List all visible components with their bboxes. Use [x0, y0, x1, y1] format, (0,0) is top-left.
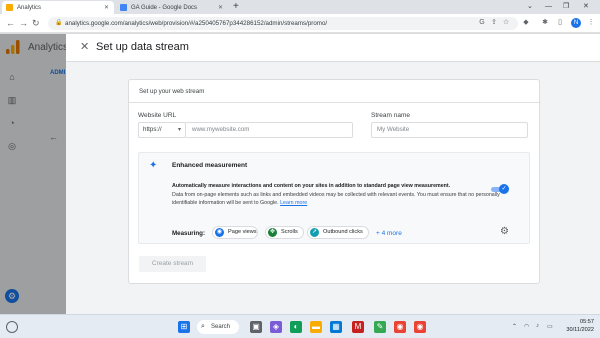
scroll-icon: ✥: [268, 228, 277, 237]
enhanced-measurement-description: Data from on-page elements such as links…: [172, 191, 502, 207]
chip-label: Page views: [228, 229, 257, 235]
file-explorer-icon[interactable]: ▬: [310, 321, 322, 333]
docs-favicon-icon: [120, 4, 127, 11]
analytics-favicon-icon: [6, 4, 13, 11]
url-text: analytics.google.com/analytics/web/provi…: [65, 20, 328, 27]
clock-time: 05:57: [580, 319, 594, 325]
card-subtitle: Set up your web stream: [139, 88, 205, 95]
panel-title: Set up data stream: [96, 41, 189, 53]
app-icon[interactable]: ✎: [374, 321, 386, 333]
search-label: Search: [211, 324, 231, 330]
lock-icon: 🔒: [55, 20, 63, 26]
minimize-icon[interactable]: —: [545, 0, 552, 14]
tab-ga-guide[interactable]: GA Guide - Google Docs ✕: [116, 1, 228, 14]
chip-outbound-clicks: ➚ Outbound clicks: [307, 226, 369, 239]
mcafee-icon[interactable]: M: [352, 321, 364, 333]
clock-date: 30/11/2022: [566, 327, 594, 333]
share-icon[interactable]: ⇪: [490, 19, 498, 27]
learn-more-link[interactable]: Learn more: [280, 200, 307, 206]
tray-chevron-icon[interactable]: ⌃: [512, 323, 517, 330]
cursor-icon: ➚: [310, 228, 319, 237]
chip-page-views: ◉ Page views: [212, 226, 258, 239]
close-icon[interactable]: ✕: [80, 41, 89, 53]
task-view-icon[interactable]: ▣: [250, 321, 262, 333]
close-tab-icon[interactable]: ✕: [104, 4, 109, 11]
more-events-link[interactable]: + 4 more: [376, 230, 402, 237]
protocol-value: https://: [143, 126, 162, 133]
clock[interactable]: 05:57 30/11/2022: [558, 318, 594, 334]
caret-down-icon: ▾: [177, 127, 181, 133]
enhanced-measurement-toggle[interactable]: ✓: [491, 184, 509, 194]
weather-icon[interactable]: [6, 321, 18, 333]
reload-icon[interactable]: ↻: [32, 17, 40, 29]
window-close-icon[interactable]: ✕: [583, 0, 589, 14]
stream-name-input[interactable]: My Website: [371, 122, 528, 138]
browser-toolbar: ← → ↻ 🔒 analytics.google.com/analytics/w…: [0, 14, 600, 33]
menu-dots-icon[interactable]: ⋮: [587, 19, 595, 27]
description-text: Data from on-page elements such as links…: [172, 192, 500, 206]
tab-analytics[interactable]: Analytics ✕: [2, 1, 114, 14]
extension-icon[interactable]: ◆: [522, 19, 530, 27]
back-icon[interactable]: ←: [6, 17, 15, 29]
panel-header: ✕ Set up data stream: [66, 34, 600, 62]
web-stream-card: Set up your web stream Website URL https…: [128, 79, 541, 284]
sparkle-icon: ✦: [149, 160, 158, 171]
new-tab-icon[interactable]: +: [233, 1, 239, 13]
profile-avatar[interactable]: N: [571, 18, 581, 28]
sidebar-icon[interactable]: ▯: [556, 19, 564, 27]
stream-name-placeholder: My Website: [377, 126, 410, 133]
chevron-down-icon[interactable]: ⌄: [527, 0, 533, 14]
divider: [129, 102, 541, 103]
website-url-input[interactable]: www.mywebsite.com: [186, 122, 353, 138]
url-placeholder: www.mywebsite.com: [192, 126, 250, 133]
teams-icon[interactable]: ◈: [270, 321, 282, 333]
eye-icon: ◉: [215, 228, 224, 237]
forward-icon[interactable]: →: [19, 17, 28, 29]
edge-icon[interactable]: ◐: [290, 321, 302, 333]
chip-scrolls: ✥ Scrolls: [265, 226, 304, 239]
taskbar: ⊞ ⌕ Search ▣ ◈ ◐ ▬ ▦ M ✎ ◉ ◉ ⌃ ◠ ♪ ▭ 05:…: [0, 314, 600, 338]
bookmark-star-icon[interactable]: ☆: [502, 19, 510, 27]
stream-name-label: Stream name: [371, 112, 411, 119]
create-stream-button[interactable]: Create stream: [139, 256, 206, 272]
search-icon: ⌕: [201, 323, 205, 330]
battery-icon[interactable]: ▭: [547, 323, 553, 330]
enhanced-measurement-section: ✦ Enhanced measurement Automatically mea…: [138, 152, 530, 244]
browser-tab-bar: Analytics ✕ GA Guide - Google Docs ✕ + ⌄…: [0, 0, 600, 14]
enhanced-measurement-summary: Automatically measure interactions and c…: [172, 183, 451, 189]
puzzle-icon[interactable]: ✱: [541, 19, 549, 27]
gear-icon[interactable]: ⚙: [500, 227, 509, 237]
tab-label: Analytics: [17, 4, 42, 11]
windows-start-icon[interactable]: ⊞: [178, 321, 190, 333]
address-bar[interactable]: 🔒 analytics.google.com/analytics/web/pro…: [48, 17, 518, 30]
chrome-icon[interactable]: ◉: [394, 321, 406, 333]
website-url-label: Website URL: [138, 112, 177, 119]
modal-scrim[interactable]: [0, 34, 66, 314]
close-tab-icon[interactable]: ✕: [218, 4, 223, 11]
google-icon[interactable]: G: [478, 19, 486, 27]
chip-label: Outbound clicks: [323, 229, 363, 235]
volume-icon[interactable]: ♪: [536, 323, 539, 329]
chip-label: Scrolls: [281, 229, 298, 235]
wifi-icon[interactable]: ◠: [524, 323, 529, 330]
enhanced-measurement-title: Enhanced measurement: [172, 162, 248, 169]
measuring-label: Measuring:: [172, 230, 206, 237]
check-icon: ✓: [499, 184, 509, 194]
chrome-profile-icon[interactable]: ◉: [414, 321, 426, 333]
setup-data-stream-panel: ✕ Set up data stream Set up your web str…: [66, 34, 600, 314]
store-icon[interactable]: ▦: [330, 321, 342, 333]
protocol-select[interactable]: https:// ▾: [138, 122, 186, 138]
taskbar-search[interactable]: ⌕ Search: [197, 320, 239, 334]
tab-label: GA Guide - Google Docs: [131, 4, 198, 11]
maximize-icon[interactable]: ❐: [563, 0, 569, 14]
